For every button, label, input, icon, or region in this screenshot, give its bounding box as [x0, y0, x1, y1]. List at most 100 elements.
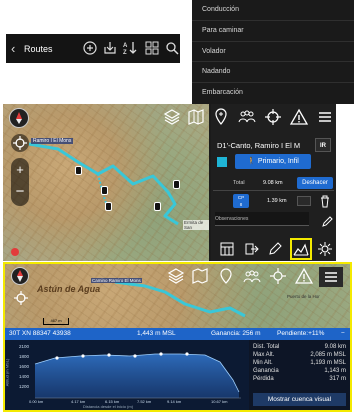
total-label: Total: [233, 180, 245, 186]
layers-icon[interactable]: [163, 108, 181, 126]
undo-button[interactable]: Deshacer: [297, 177, 333, 189]
stat-label: Min Alt.: [253, 360, 273, 366]
map-label-right: Puerto de la Hor: [287, 294, 320, 299]
observaciones-field[interactable]: Observaciones: [215, 212, 309, 226]
show-viewshed-button[interactable]: Mostrar cuenca visual: [253, 393, 346, 406]
elevation-readout: 1,443 m MSL: [137, 330, 176, 337]
add-waypoint-icon[interactable]: [211, 107, 231, 127]
layers-icon[interactable]: [167, 267, 185, 285]
stat-row-max-alt: Max Alt. 2,085 m MSL: [249, 351, 350, 359]
topo-map-profile[interactable]: Astún de Agua Camino Ramiro El Mons Puer…: [5, 264, 350, 328]
menu-icon[interactable]: [319, 267, 343, 287]
route-type-button[interactable]: 🚶 Primario, Infil: [235, 154, 311, 169]
edit-icon[interactable]: [267, 241, 283, 257]
route-color-swatch[interactable]: [217, 157, 227, 167]
top-toolbar: [211, 104, 336, 130]
stat-value: 2,085 m MSL: [310, 352, 346, 358]
svg-text:Z: Z: [123, 50, 127, 56]
stat-label: Dist. Total: [253, 344, 280, 350]
svg-text:A: A: [123, 43, 128, 49]
gain-readout: Ganancia: 256 m: [211, 330, 261, 337]
sort-az-icon[interactable]: AZ: [122, 40, 138, 56]
map-label-end: Ermita de San: [183, 220, 209, 230]
cursor-info-bar: 30T XN 88347 43938 1,443 m MSL Ganancia:…: [5, 328, 350, 340]
target-icon[interactable]: [269, 267, 287, 285]
warning-icon[interactable]: [294, 267, 314, 285]
import-icon[interactable]: [102, 40, 118, 56]
divider: [213, 190, 334, 191]
elevation-chart[interactable]: Altitud (m MSL) 2100 1800 1600 1400 1200…: [5, 340, 249, 410]
go-button[interactable]: IR: [315, 138, 331, 152]
waypoint-marker[interactable]: [173, 180, 180, 189]
waypoint-marker[interactable]: [105, 202, 112, 211]
menu-item-volador[interactable]: Volador: [192, 42, 354, 63]
scale-bar: 467 m: [43, 318, 69, 325]
activity-type-menu: Conducción Para caminar Volador Nadando …: [192, 0, 354, 104]
waypoint-marker[interactable]: [101, 186, 108, 195]
waypoint-marker[interactable]: [75, 166, 82, 175]
chevron-left-icon[interactable]: ‹: [11, 41, 15, 56]
x-tick-label: 9.14 km: [167, 399, 182, 404]
walker-icon: 🚶: [247, 158, 256, 165]
map-label-start: Ramiro I El Mons: [31, 138, 74, 144]
zoom-out-button[interactable]: −: [11, 182, 29, 206]
stat-value: 1,143 m: [324, 368, 346, 374]
x-tick-label: 10.67 km: [211, 399, 228, 404]
menu-item-embarcacion[interactable]: Embarcación: [192, 83, 354, 104]
scale-label: 467 m: [50, 318, 62, 323]
stat-row-loss: Pérdida 317 m: [249, 375, 350, 383]
map-label-top: Camino Ramiro El Mons: [91, 278, 142, 283]
elevation-profile-icon[interactable]: [290, 238, 312, 260]
export-icon[interactable]: [243, 241, 259, 257]
add-waypoint-icon[interactable]: [217, 267, 235, 285]
compass-icon[interactable]: [9, 108, 29, 128]
route-editor-screen: Ramiro I El Mons Ermita de San + − D1'-C…: [3, 104, 336, 261]
checkpoint-toggle[interactable]: [297, 196, 311, 206]
close-icon[interactable]: −: [341, 328, 345, 340]
stat-label: Ganancia: [253, 368, 279, 374]
stat-value: 9.08 km: [324, 344, 346, 350]
waypoint-marker[interactable]: [154, 202, 161, 211]
checkpoint-label: CP: [237, 195, 245, 200]
grid-icon[interactable]: [144, 40, 160, 56]
route-stats-panel: Dist. Total 9.08 km Max Alt. 2,085 m MSL…: [249, 340, 350, 410]
menu-icon[interactable]: [315, 107, 335, 127]
menu-item-nadando[interactable]: Nadando: [192, 62, 354, 84]
group-icon[interactable]: [243, 267, 261, 285]
checkpoint-badge[interactable]: CP 8: [233, 194, 249, 208]
menu-item-conduccion[interactable]: Conducción: [192, 0, 354, 21]
route-type-label: Primario, Infil: [257, 158, 299, 165]
stat-value: 1,193 m MSL: [310, 360, 346, 366]
zoom-in-button[interactable]: +: [11, 158, 29, 182]
locate-icon[interactable]: [13, 290, 29, 306]
stat-row-total: Dist. Total 9.08 km: [249, 343, 350, 351]
menu-item-para-caminar[interactable]: Para caminar: [192, 21, 354, 42]
route-name[interactable]: D1'-Canto, Ramiro I El M: [217, 141, 309, 150]
group-icon[interactable]: [237, 107, 257, 127]
search-icon[interactable]: [164, 40, 180, 56]
topo-map[interactable]: Ramiro I El Mons Ermita de San + −: [3, 104, 209, 261]
stat-value: 317 m: [329, 376, 346, 382]
routes-toolbar: ‹ Routes AZ: [6, 34, 180, 63]
x-axis-label: Distancia desde el inicio (m): [83, 404, 134, 409]
add-circle-icon[interactable]: [82, 40, 98, 56]
stat-row-gain: Ganancia 1,143 m: [249, 367, 350, 375]
routes-title: Routes: [24, 44, 53, 54]
stat-row-min-alt: Min Alt. 1,193 m MSL: [249, 359, 350, 367]
elevation-profile-screen: Astún de Agua Camino Ramiro El Mons Puer…: [3, 262, 352, 412]
trash-icon[interactable]: [319, 194, 331, 208]
warning-icon[interactable]: [289, 107, 309, 127]
settings-icon[interactable]: [317, 241, 333, 257]
map-icon[interactable]: [191, 267, 209, 285]
stat-label: Max Alt.: [253, 352, 275, 358]
checkpoint-number: 8: [239, 202, 243, 207]
layers-panel-icon[interactable]: [219, 241, 235, 257]
x-tick-label: 7.52 km: [137, 399, 152, 404]
target-icon[interactable]: [263, 107, 283, 127]
pencil-icon[interactable]: [321, 216, 333, 228]
stat-label: Pérdida: [253, 376, 274, 382]
map-icon[interactable]: [187, 108, 205, 126]
compass-icon[interactable]: [11, 267, 29, 285]
locate-icon[interactable]: [11, 134, 29, 152]
route-side-panel: D1'-Canto, Ramiro I El M IR 🚶 Primario, …: [211, 104, 336, 261]
